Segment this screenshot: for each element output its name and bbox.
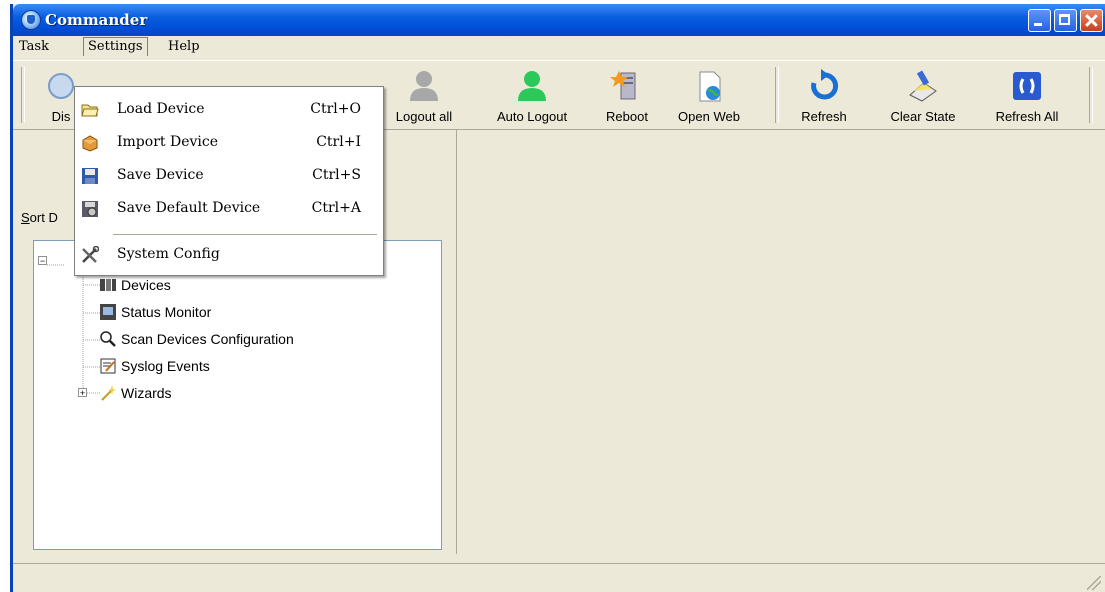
tree-item-status-monitor[interactable]: Status Monitor [100, 301, 211, 323]
title-bar[interactable]: Commander [13, 4, 1105, 36]
import-icon [81, 134, 99, 152]
tree-item-label: Status Monitor [121, 304, 212, 320]
tree-item-scan-devices[interactable]: Scan Devices Configuration [100, 328, 294, 350]
logout-all-button[interactable]: Logout all [387, 65, 461, 125]
clear-state-label: Clear State [890, 109, 956, 124]
resize-grip-icon[interactable] [1087, 576, 1101, 590]
menu-bar: Task Settings Help [13, 36, 1105, 58]
menu-item-save-default-device[interactable]: Save Default Device Ctrl+A [75, 194, 383, 224]
reboot-icon [610, 69, 644, 103]
refresh-all-button[interactable]: Refresh All [985, 65, 1069, 125]
auto-logout-label: Auto Logout [496, 109, 568, 124]
disconnect-icon [44, 69, 78, 103]
window-title: Commander [45, 11, 148, 29]
clear-state-button[interactable]: Clear State [875, 65, 971, 125]
save-default-icon [81, 200, 99, 218]
tools-icon [81, 245, 100, 264]
menu-item-shortcut: Ctrl+S [312, 167, 361, 183]
menu-item-shortcut: Ctrl+O [310, 101, 361, 117]
menu-item-shortcut: Ctrl+I [316, 134, 361, 150]
menu-item-shortcut: Ctrl+A [311, 200, 361, 216]
reboot-label: Reboot [606, 109, 648, 124]
menu-help[interactable]: Help [164, 38, 204, 56]
refresh-label: Refresh [801, 109, 847, 124]
sort-label: Sort D [21, 210, 58, 225]
tree-item-syslog-events[interactable]: Syslog Events [100, 355, 210, 377]
status-bar [13, 563, 1105, 592]
menu-item-import-device[interactable]: Import Device Ctrl+I [75, 128, 383, 158]
auto-logout-button[interactable]: Auto Logout [482, 65, 582, 125]
wand-icon [100, 385, 116, 401]
menu-item-save-device[interactable]: Save Device Ctrl+S [75, 161, 383, 191]
devices-icon [100, 277, 116, 293]
refresh-button[interactable]: Refresh [793, 65, 855, 125]
toolbar-separator [1089, 67, 1093, 123]
menu-item-label: Load Device [117, 101, 205, 117]
refresh-icon [807, 69, 841, 103]
close-button[interactable] [1080, 9, 1103, 32]
toolbar-separator [775, 67, 779, 123]
wizards-expand-toggle[interactable]: + [78, 388, 87, 398]
menu-settings[interactable]: Settings [83, 37, 148, 56]
open-web-label: Open Web [678, 109, 740, 124]
logout-all-icon [407, 69, 441, 103]
tree-item-label: Syslog Events [121, 358, 210, 374]
content-pane [456, 130, 1105, 554]
settings-dropdown-menu: Load Device Ctrl+O Import Device Ctrl+I … [74, 86, 384, 276]
tree-item-devices[interactable]: Devices [100, 274, 171, 296]
menu-item-load-device[interactable]: Load Device Ctrl+O [75, 95, 383, 125]
tree-item-label: Scan Devices Configuration [121, 331, 294, 347]
logout-all-label: Logout all [395, 109, 453, 124]
menu-separator [113, 234, 377, 236]
tree-item-label: Devices [121, 277, 171, 293]
menu-item-system-config[interactable]: System Config [75, 240, 383, 270]
auto-logout-icon [515, 69, 549, 103]
menu-task[interactable]: Task [15, 38, 53, 56]
tree-lines [47, 264, 100, 394]
clear-state-icon [906, 69, 940, 103]
refresh-all-icon [1010, 69, 1044, 103]
floppy-icon [81, 167, 99, 185]
open-web-icon [692, 69, 726, 103]
device-tree[interactable]: − Devices Status Monitor Scan Devices Co… [33, 240, 442, 550]
toolbar-separator [21, 67, 25, 123]
open-web-button[interactable]: Open Web [673, 65, 745, 125]
menu-item-label: Save Default Device [117, 200, 261, 216]
folder-open-icon [81, 101, 99, 119]
menu-item-label: System Config [117, 246, 220, 262]
magnifier-icon [100, 331, 116, 347]
notepad-icon [100, 358, 116, 374]
menu-item-label: Save Device [117, 167, 204, 183]
reboot-button[interactable]: Reboot [601, 65, 653, 125]
sort-access-key: S [21, 210, 30, 225]
tree-item-wizards[interactable]: Wizards [100, 382, 172, 404]
tree-item-label: Wizards [121, 385, 172, 401]
sort-label-rest: ort D [29, 210, 58, 225]
minimize-button[interactable] [1028, 9, 1051, 32]
refresh-all-label: Refresh All [995, 109, 1059, 124]
maximize-button[interactable] [1054, 9, 1077, 32]
app-shield-icon [21, 10, 41, 30]
menu-item-label: Import Device [117, 134, 218, 150]
monitor-icon [100, 304, 116, 320]
